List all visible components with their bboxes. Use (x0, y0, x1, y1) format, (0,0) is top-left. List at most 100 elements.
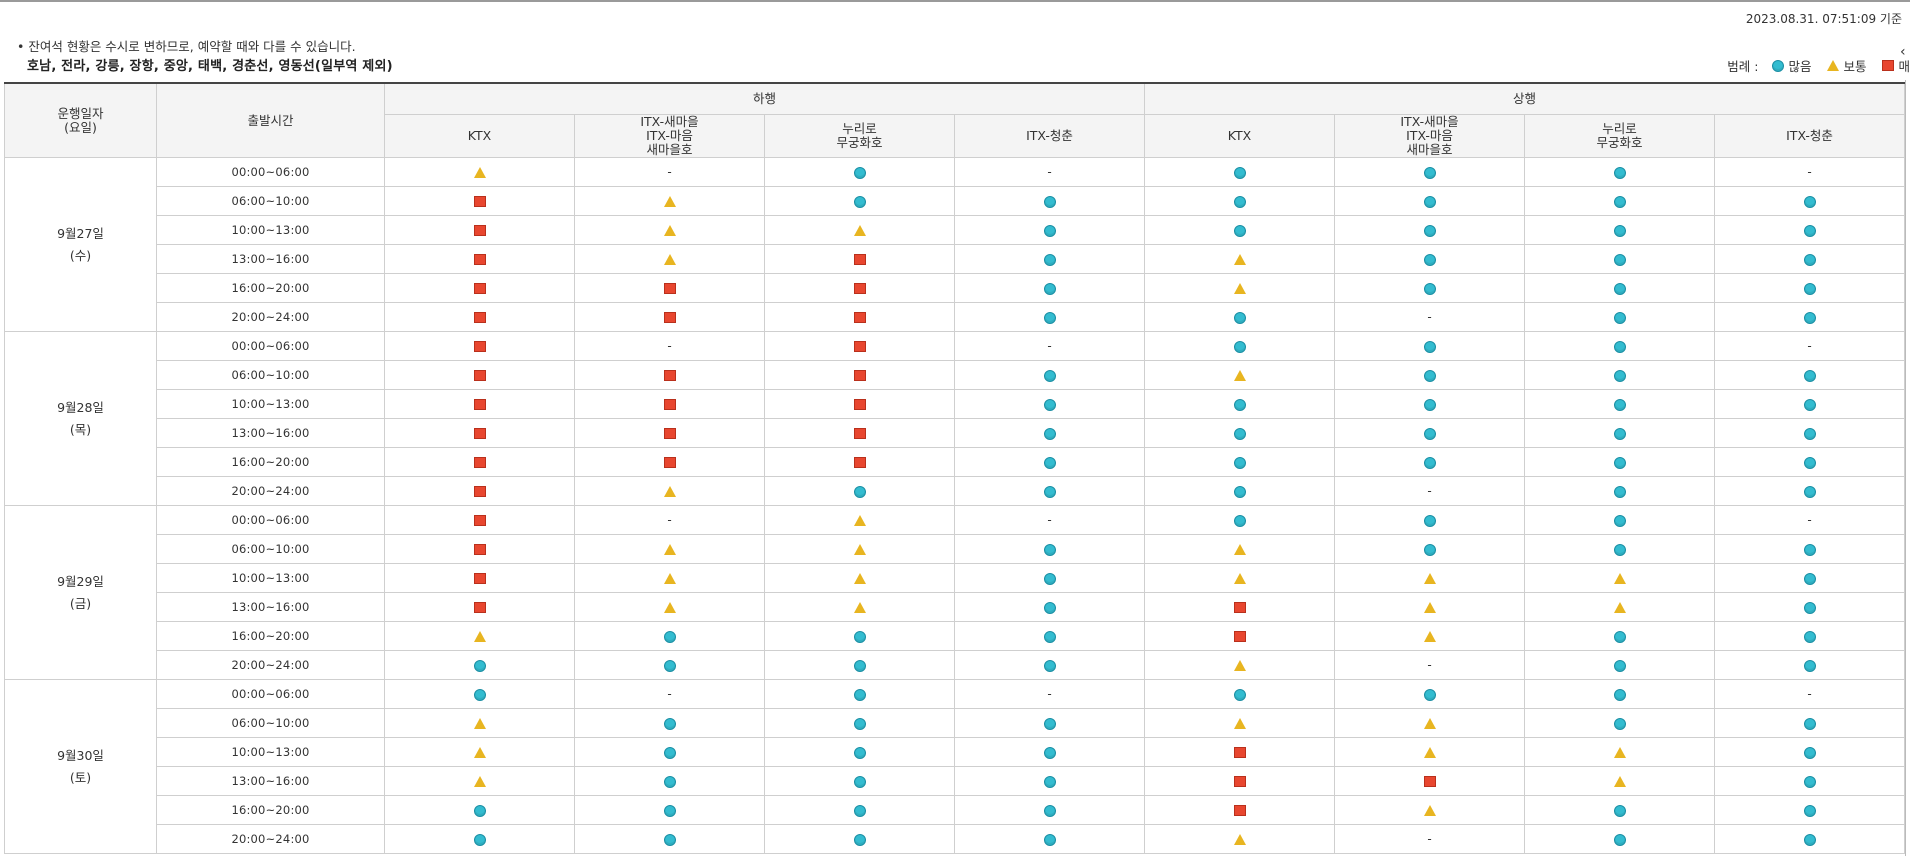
availability-cell[interactable] (764, 360, 955, 390)
availability-cell[interactable] (764, 186, 955, 216)
availability-cell[interactable] (384, 621, 575, 651)
availability-cell[interactable] (764, 302, 955, 332)
availability-cell[interactable] (1334, 708, 1526, 738)
availability-cell[interactable] (1334, 244, 1526, 274)
availability-cell[interactable] (764, 244, 955, 274)
availability-cell[interactable] (1714, 418, 1906, 448)
availability-cell[interactable] (953, 447, 1146, 477)
availability-cell[interactable] (1144, 592, 1336, 622)
availability-cell[interactable] (1524, 824, 1716, 854)
availability-cell[interactable] (1144, 360, 1336, 390)
availability-cell[interactable] (1144, 389, 1336, 419)
availability-cell[interactable] (1714, 824, 1906, 854)
availability-cell[interactable] (1524, 389, 1716, 419)
availability-cell[interactable] (384, 215, 575, 245)
availability-cell[interactable] (1144, 244, 1336, 274)
availability-cell[interactable] (574, 592, 765, 622)
availability-cell[interactable] (953, 273, 1146, 303)
availability-cell[interactable] (1334, 679, 1526, 709)
availability-cell[interactable] (1144, 650, 1336, 680)
availability-cell[interactable] (574, 215, 765, 245)
availability-cell[interactable] (1334, 621, 1526, 651)
availability-cell[interactable] (384, 824, 575, 854)
availability-cell[interactable] (1144, 737, 1336, 767)
availability-cell[interactable] (953, 389, 1146, 419)
availability-cell[interactable] (384, 679, 575, 709)
availability-cell[interactable] (764, 766, 955, 796)
availability-cell[interactable]: - (953, 157, 1146, 187)
availability-cell[interactable] (574, 737, 765, 767)
availability-cell[interactable] (953, 534, 1146, 564)
availability-cell[interactable] (953, 360, 1146, 390)
availability-cell[interactable] (574, 795, 765, 825)
availability-cell[interactable] (1144, 215, 1336, 245)
availability-cell[interactable] (1144, 157, 1336, 187)
availability-cell[interactable] (764, 650, 955, 680)
availability-cell[interactable] (1714, 476, 1906, 506)
availability-cell[interactable] (1334, 157, 1526, 187)
availability-cell[interactable] (574, 273, 765, 303)
availability-cell[interactable] (764, 273, 955, 303)
availability-cell[interactable] (1334, 534, 1526, 564)
availability-cell[interactable] (1524, 476, 1716, 506)
availability-cell[interactable]: - (953, 331, 1146, 361)
availability-cell[interactable] (1334, 418, 1526, 448)
availability-cell[interactable] (1524, 650, 1716, 680)
availability-cell[interactable] (574, 563, 765, 593)
availability-cell[interactable] (764, 157, 955, 187)
availability-cell[interactable] (764, 331, 955, 361)
availability-cell[interactable] (1714, 621, 1906, 651)
availability-cell[interactable] (1714, 592, 1906, 622)
availability-cell[interactable]: - (574, 505, 765, 535)
availability-cell[interactable] (953, 215, 1146, 245)
availability-cell[interactable]: - (1714, 505, 1906, 535)
availability-cell[interactable] (1714, 563, 1906, 593)
availability-cell[interactable] (764, 215, 955, 245)
availability-cell[interactable] (1144, 534, 1336, 564)
availability-cell[interactable] (1144, 302, 1336, 332)
availability-cell[interactable] (384, 157, 575, 187)
availability-cell[interactable] (1524, 795, 1716, 825)
availability-cell[interactable] (764, 389, 955, 419)
availability-cell[interactable] (1524, 244, 1716, 274)
availability-cell[interactable] (1714, 215, 1906, 245)
availability-cell[interactable] (1144, 766, 1336, 796)
availability-cell[interactable] (953, 563, 1146, 593)
availability-cell[interactable] (953, 824, 1146, 854)
availability-cell[interactable] (764, 534, 955, 564)
availability-cell[interactable] (384, 708, 575, 738)
availability-cell[interactable] (1524, 737, 1716, 767)
availability-cell[interactable] (384, 795, 575, 825)
availability-cell[interactable] (384, 563, 575, 593)
availability-cell[interactable] (764, 505, 955, 535)
availability-cell[interactable] (384, 418, 575, 448)
availability-cell[interactable] (1714, 534, 1906, 564)
availability-cell[interactable] (1144, 331, 1336, 361)
availability-cell[interactable] (1524, 534, 1716, 564)
availability-cell[interactable] (953, 186, 1146, 216)
availability-cell[interactable] (574, 360, 765, 390)
availability-cell[interactable] (384, 273, 575, 303)
availability-cell[interactable] (574, 418, 765, 448)
availability-cell[interactable] (1144, 708, 1336, 738)
availability-cell[interactable] (384, 331, 575, 361)
availability-cell[interactable] (953, 621, 1146, 651)
availability-cell[interactable] (1334, 563, 1526, 593)
availability-cell[interactable] (764, 447, 955, 477)
availability-cell[interactable] (1524, 679, 1716, 709)
availability-cell[interactable] (1714, 795, 1906, 825)
availability-cell[interactable] (1714, 650, 1906, 680)
availability-cell[interactable] (384, 505, 575, 535)
availability-cell[interactable]: - (953, 679, 1146, 709)
availability-cell[interactable] (1524, 215, 1716, 245)
availability-cell[interactable] (574, 708, 765, 738)
availability-cell[interactable] (953, 795, 1146, 825)
availability-cell[interactable]: - (1714, 157, 1906, 187)
availability-cell[interactable]: - (1714, 331, 1906, 361)
availability-cell[interactable] (384, 186, 575, 216)
availability-cell[interactable] (953, 302, 1146, 332)
availability-cell[interactable] (1714, 737, 1906, 767)
availability-cell[interactable] (384, 592, 575, 622)
availability-cell[interactable] (1714, 273, 1906, 303)
availability-cell[interactable] (1334, 186, 1526, 216)
